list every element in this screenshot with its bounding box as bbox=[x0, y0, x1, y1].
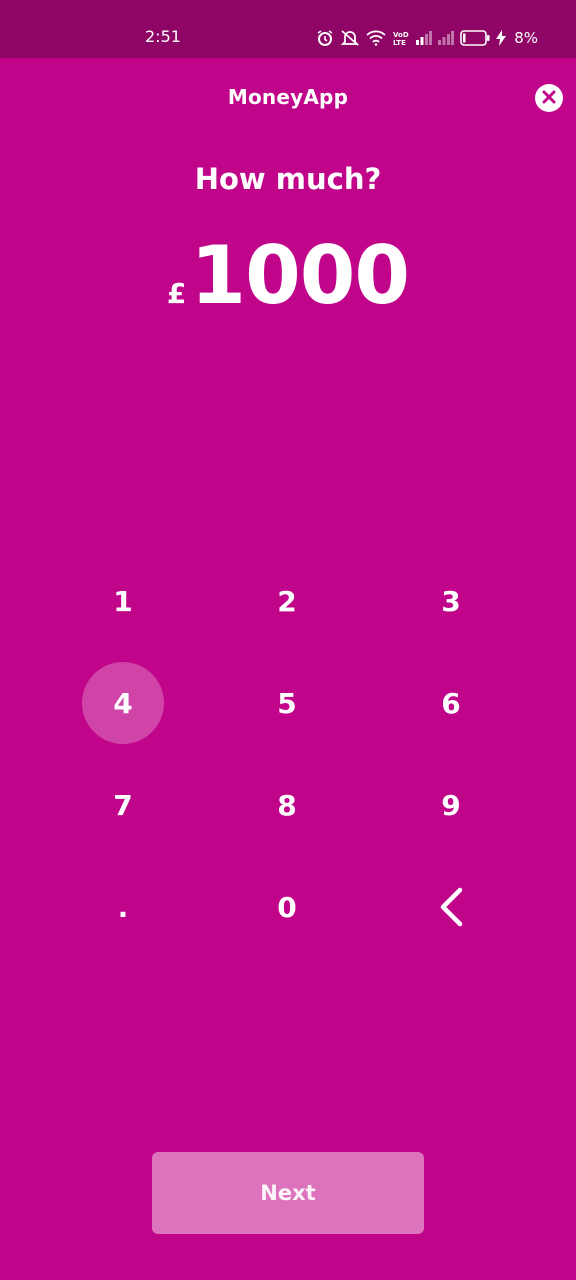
signal-icon bbox=[416, 31, 433, 45]
key-4[interactable]: 4 bbox=[41, 652, 205, 754]
numeric-keypad: 1 2 3 4 5 6 7 8 9 . 0 bbox=[41, 550, 535, 958]
next-button[interactable]: Next bbox=[152, 1152, 424, 1234]
chevron-left-icon bbox=[438, 887, 464, 927]
key-label: 0 bbox=[277, 890, 297, 924]
status-icons: VoD LTE 8% bbox=[316, 27, 538, 49]
amount-display: £ 1000 bbox=[0, 228, 576, 324]
battery-icon bbox=[460, 30, 490, 46]
amount-value: 1000 bbox=[190, 229, 410, 322]
battery-percent: 8% bbox=[514, 29, 538, 47]
backspace-button[interactable] bbox=[369, 856, 533, 958]
key-9[interactable]: 9 bbox=[369, 754, 533, 856]
key-label: . bbox=[117, 890, 129, 924]
mute-icon bbox=[340, 29, 360, 47]
close-icon bbox=[542, 89, 556, 108]
key-label: 5 bbox=[277, 686, 297, 720]
status-bar: 2:51 VoD LTE 8% bbox=[0, 0, 576, 58]
key-label: 1 bbox=[113, 584, 133, 618]
key-label: 9 bbox=[441, 788, 461, 822]
key-decimal[interactable]: . bbox=[41, 856, 205, 958]
key-label: 2 bbox=[277, 584, 297, 618]
amount-question: How much? bbox=[194, 162, 382, 196]
status-time: 2:51 bbox=[145, 27, 181, 46]
key-label: 7 bbox=[113, 788, 133, 822]
key-8[interactable]: 8 bbox=[205, 754, 369, 856]
key-6[interactable]: 6 bbox=[369, 652, 533, 754]
volte-icon: VoD LTE bbox=[392, 29, 410, 47]
key-2[interactable]: 2 bbox=[205, 550, 369, 652]
key-1[interactable]: 1 bbox=[41, 550, 205, 652]
key-7[interactable]: 7 bbox=[41, 754, 205, 856]
alarm-icon bbox=[316, 29, 334, 47]
close-button[interactable] bbox=[535, 84, 563, 112]
wifi-icon bbox=[366, 30, 386, 46]
svg-text:VoD: VoD bbox=[393, 31, 409, 39]
app-title: MoneyApp bbox=[227, 85, 349, 109]
key-label: 8 bbox=[277, 788, 297, 822]
key-0[interactable]: 0 bbox=[205, 856, 369, 958]
charging-icon bbox=[496, 30, 507, 46]
key-label: 6 bbox=[441, 686, 461, 720]
key-label: 3 bbox=[441, 584, 461, 618]
currency-symbol: £ bbox=[166, 277, 187, 310]
key-label: 4 bbox=[113, 686, 133, 720]
key-3[interactable]: 3 bbox=[369, 550, 533, 652]
key-5[interactable]: 5 bbox=[205, 652, 369, 754]
svg-text:LTE: LTE bbox=[393, 39, 406, 47]
signal-icon bbox=[438, 31, 455, 45]
